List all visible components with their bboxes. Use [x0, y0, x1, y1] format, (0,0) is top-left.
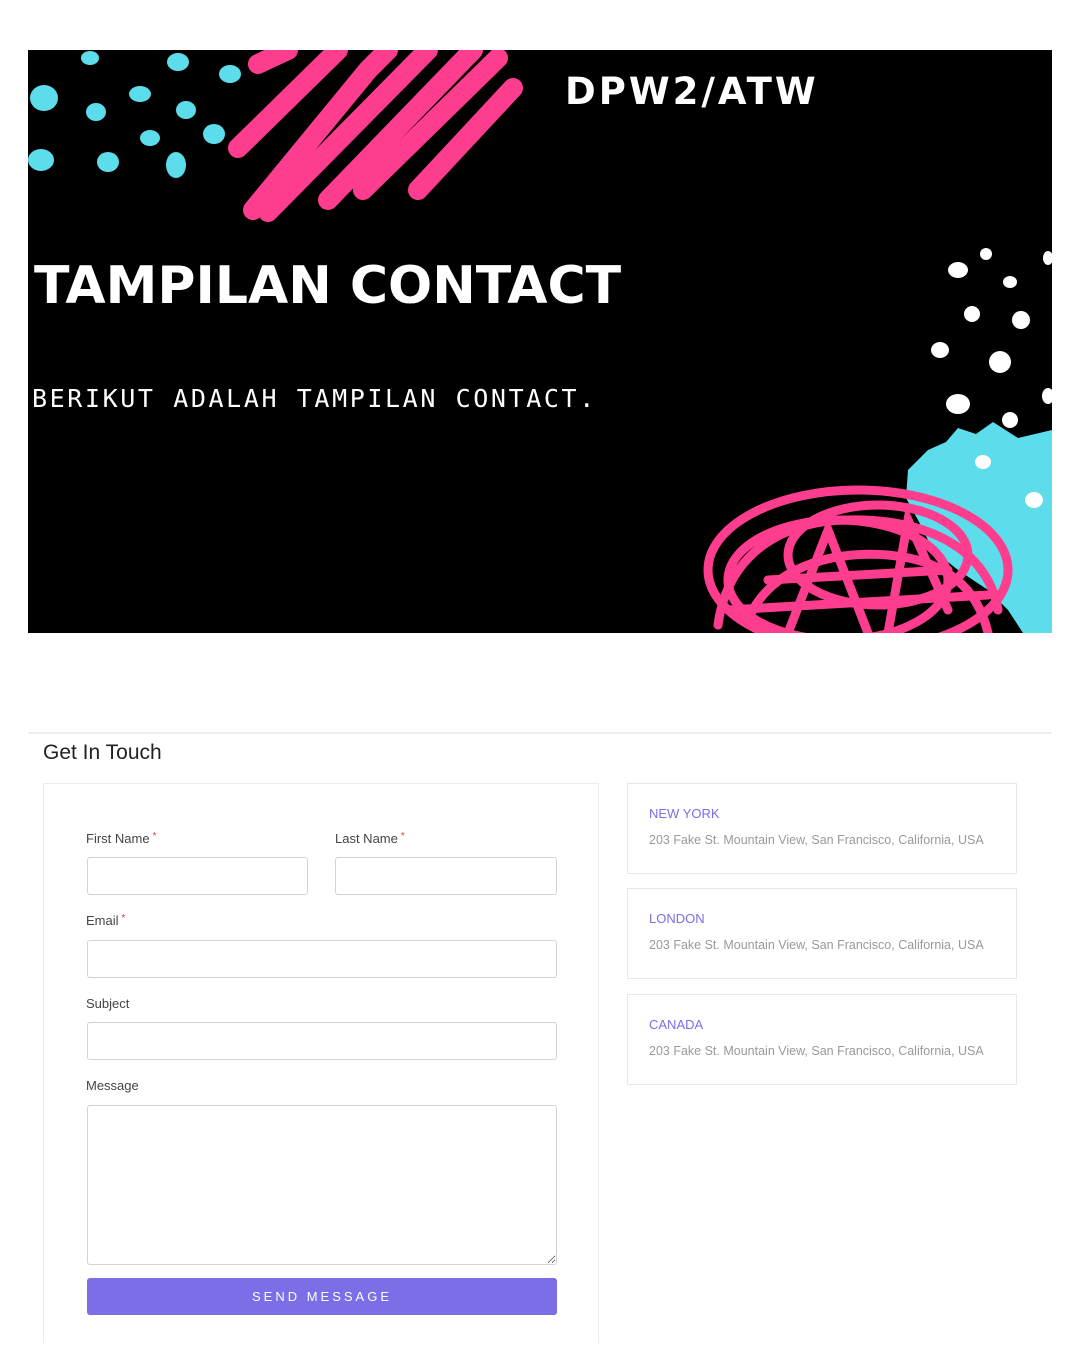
- office-address: 203 Fake St. Mountain View, San Francisc…: [649, 1044, 984, 1058]
- email-label: Email *: [86, 913, 126, 928]
- send-message-button[interactable]: SEND MESSAGE: [87, 1278, 557, 1315]
- email-input[interactable]: [87, 940, 557, 978]
- pink-strokes: [228, 50, 523, 222]
- office-city: LONDON: [649, 911, 705, 926]
- cyan-dots-topleft: [28, 51, 241, 178]
- first-name-input[interactable]: [87, 857, 308, 895]
- banner-tag: DPW2/ATW: [565, 70, 819, 113]
- section-divider: [28, 732, 1052, 734]
- required-mark: *: [121, 913, 126, 924]
- hero-banner: DPW2/ATW TAMPILAN CONTACT BERIKUT ADALAH…: [28, 50, 1052, 633]
- section-title: Get In Touch: [43, 741, 162, 764]
- office-city: CANADA: [649, 1017, 704, 1032]
- first-name-label: First Name *: [86, 831, 157, 846]
- message-label: Message: [86, 1078, 139, 1093]
- pink-scribble: [703, 485, 1013, 633]
- subject-label: Subject: [86, 996, 130, 1011]
- message-textarea[interactable]: [87, 1105, 557, 1265]
- office-card: LONDON 203 Fake St. Mountain View, San F…: [627, 888, 1017, 979]
- office-card: NEW YORK 203 Fake St. Mountain View, San…: [627, 783, 1017, 874]
- office-card: CANADA 203 Fake St. Mountain View, San F…: [627, 994, 1017, 1085]
- office-address: 203 Fake St. Mountain View, San Francisc…: [649, 833, 984, 847]
- banner-headline: TAMPILAN CONTACT: [34, 256, 622, 316]
- required-mark: *: [152, 831, 157, 842]
- subject-input[interactable]: [87, 1022, 557, 1060]
- office-city: NEW YORK: [649, 806, 720, 821]
- banner-subline: BERIKUT ADALAH TAMPILAN CONTACT.: [32, 384, 597, 413]
- office-address: 203 Fake St. Mountain View, San Francisc…: [649, 938, 984, 952]
- decorative-art: [28, 50, 1052, 633]
- last-name-input[interactable]: [335, 857, 557, 895]
- last-name-label: Last Name *: [335, 831, 405, 846]
- required-mark: *: [400, 831, 405, 842]
